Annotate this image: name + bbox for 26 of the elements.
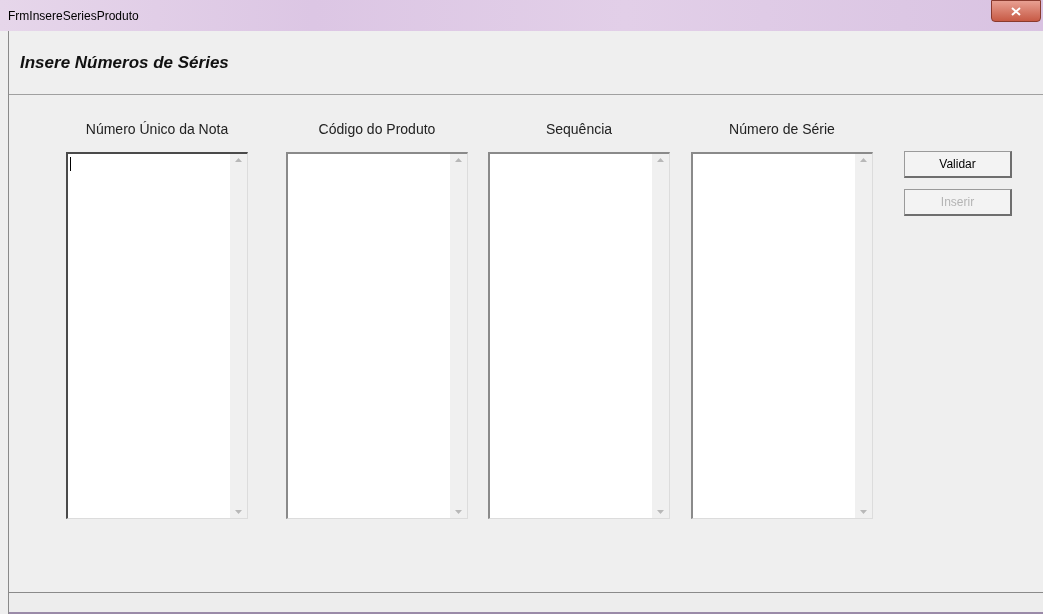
column-label: Sequência	[545, 120, 613, 139]
text-area[interactable]	[488, 152, 670, 519]
scrollbar[interactable]	[230, 154, 247, 518]
text-area[interactable]	[691, 152, 873, 519]
scrollbar[interactable]	[450, 154, 467, 518]
scroll-up-icon[interactable]	[455, 158, 462, 162]
scroll-up-icon[interactable]	[235, 158, 242, 162]
scroll-up-icon[interactable]	[657, 158, 664, 162]
close-icon	[1011, 6, 1021, 16]
text-cursor	[70, 157, 71, 171]
scroll-up-icon[interactable]	[860, 158, 867, 162]
close-button[interactable]	[991, 0, 1041, 22]
column-label: Número de Série	[729, 120, 835, 139]
form-heading: Insere Números de Séries	[20, 51, 229, 74]
scrollbar[interactable]	[652, 154, 669, 518]
action-button[interactable]: Validar	[904, 151, 1012, 178]
text-area[interactable]	[286, 152, 468, 519]
column-label: Número Único da Nota	[85, 120, 229, 139]
scroll-down-icon[interactable]	[860, 510, 867, 514]
window-title: FrmInsereSeriesProduto	[8, 7, 139, 25]
scroll-down-icon[interactable]	[235, 510, 242, 514]
scroll-down-icon[interactable]	[455, 510, 462, 514]
text-area[interactable]	[66, 152, 248, 519]
scrollbar[interactable]	[855, 154, 872, 518]
column-label: Código do Produto	[318, 120, 436, 139]
scroll-down-icon[interactable]	[657, 510, 664, 514]
